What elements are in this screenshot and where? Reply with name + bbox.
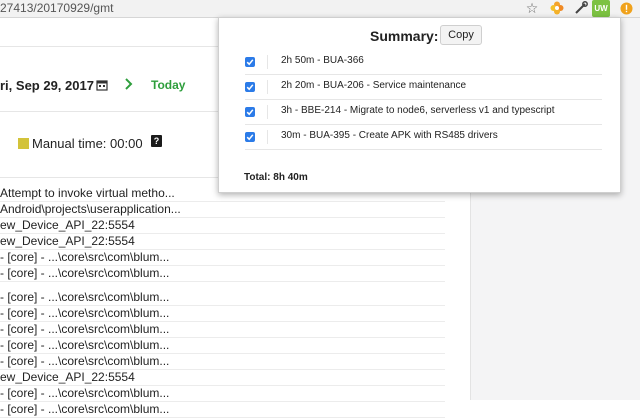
log-line[interactable]: - [core] - ...\core\src\com\blum... — [0, 338, 445, 354]
chevron-right-icon[interactable] — [124, 77, 134, 96]
log-line[interactable]: Android\projects\userapplication... — [0, 202, 445, 218]
entry-checkbox[interactable] — [245, 132, 255, 142]
manual-time-label: Manual time: 00:00 — [32, 136, 143, 151]
entry-checkbox[interactable] — [245, 82, 255, 92]
current-date: ri, Sep 29, 2017 — [0, 78, 94, 93]
summary-title: Summary: — [370, 28, 439, 44]
log-line[interactable]: - [core] - ...\core\src\com\blum... — [0, 306, 445, 322]
copy-button[interactable]: Copy — [440, 25, 482, 45]
log-line[interactable]: - [core] - ...\core\src\com\blum... — [0, 354, 445, 370]
summary-total: Total: 8h 40m — [244, 172, 308, 183]
log-line[interactable]: - [core] - ...\core\src\com\blum... — [0, 322, 445, 338]
log-line[interactable]: - [core] - ...\core\src\com\blum... — [0, 250, 445, 266]
manual-time-color-swatch — [18, 138, 29, 149]
log-line[interactable]: ew_Device_API_22:5554 — [0, 370, 445, 386]
summary-entry: 2h 50m - BUA-366 — [245, 50, 602, 75]
entry-text: 2h 20m - BUA-206 - Service maintenance — [281, 80, 467, 91]
summary-entry: 30m - BUA-395 - Create APK with RS485 dr… — [245, 125, 602, 150]
address-bar-url[interactable]: 27413/20170929/gmt — [0, 1, 113, 15]
log-line[interactable]: ew_Device_API_22:5554 — [0, 234, 445, 250]
calendar-icon[interactable] — [96, 78, 108, 96]
entry-checkbox[interactable] — [245, 57, 255, 67]
entry-text: 2h 50m - BUA-366 — [281, 55, 364, 66]
flower-extension-icon[interactable] — [549, 0, 565, 16]
log-line[interactable]: - [core] - ...\core\src\com\blum... — [0, 290, 445, 306]
uw-extension-icon[interactable]: UW — [592, 0, 610, 17]
log-line[interactable]: ew_Device_API_22:5554 — [0, 218, 445, 234]
today-link[interactable]: Today — [151, 78, 185, 92]
tools-extension-icon[interactable] — [573, 0, 589, 16]
divider — [267, 80, 268, 94]
bookmark-star-icon[interactable]: ☆ — [524, 0, 540, 16]
entry-text: 30m - BUA-395 - Create APK with RS485 dr… — [281, 130, 498, 141]
help-icon[interactable]: ? — [151, 135, 162, 147]
divider — [267, 55, 268, 69]
entry-text: 3h - BBE-214 - Migrate to node6, serverl… — [281, 105, 555, 116]
browser-toolbar: 27413/20170929/gmt ☆ UW — [0, 0, 640, 18]
warning-icon[interactable] — [619, 0, 633, 16]
divider — [267, 105, 268, 119]
summary-entry: 3h - BBE-214 - Migrate to node6, serverl… — [245, 100, 602, 125]
log-line[interactable]: - [core] - ...\core\src\com\blum... — [0, 402, 445, 418]
entry-checkbox[interactable] — [245, 107, 255, 117]
summary-popup: Summary: Copy 2h 50m - BUA-366 2h 20m - … — [218, 17, 621, 193]
log-line[interactable]: - [core] - ...\core\src\com\blum... — [0, 266, 445, 282]
divider — [267, 130, 268, 144]
summary-entry: 2h 20m - BUA-206 - Service maintenance — [245, 75, 602, 100]
